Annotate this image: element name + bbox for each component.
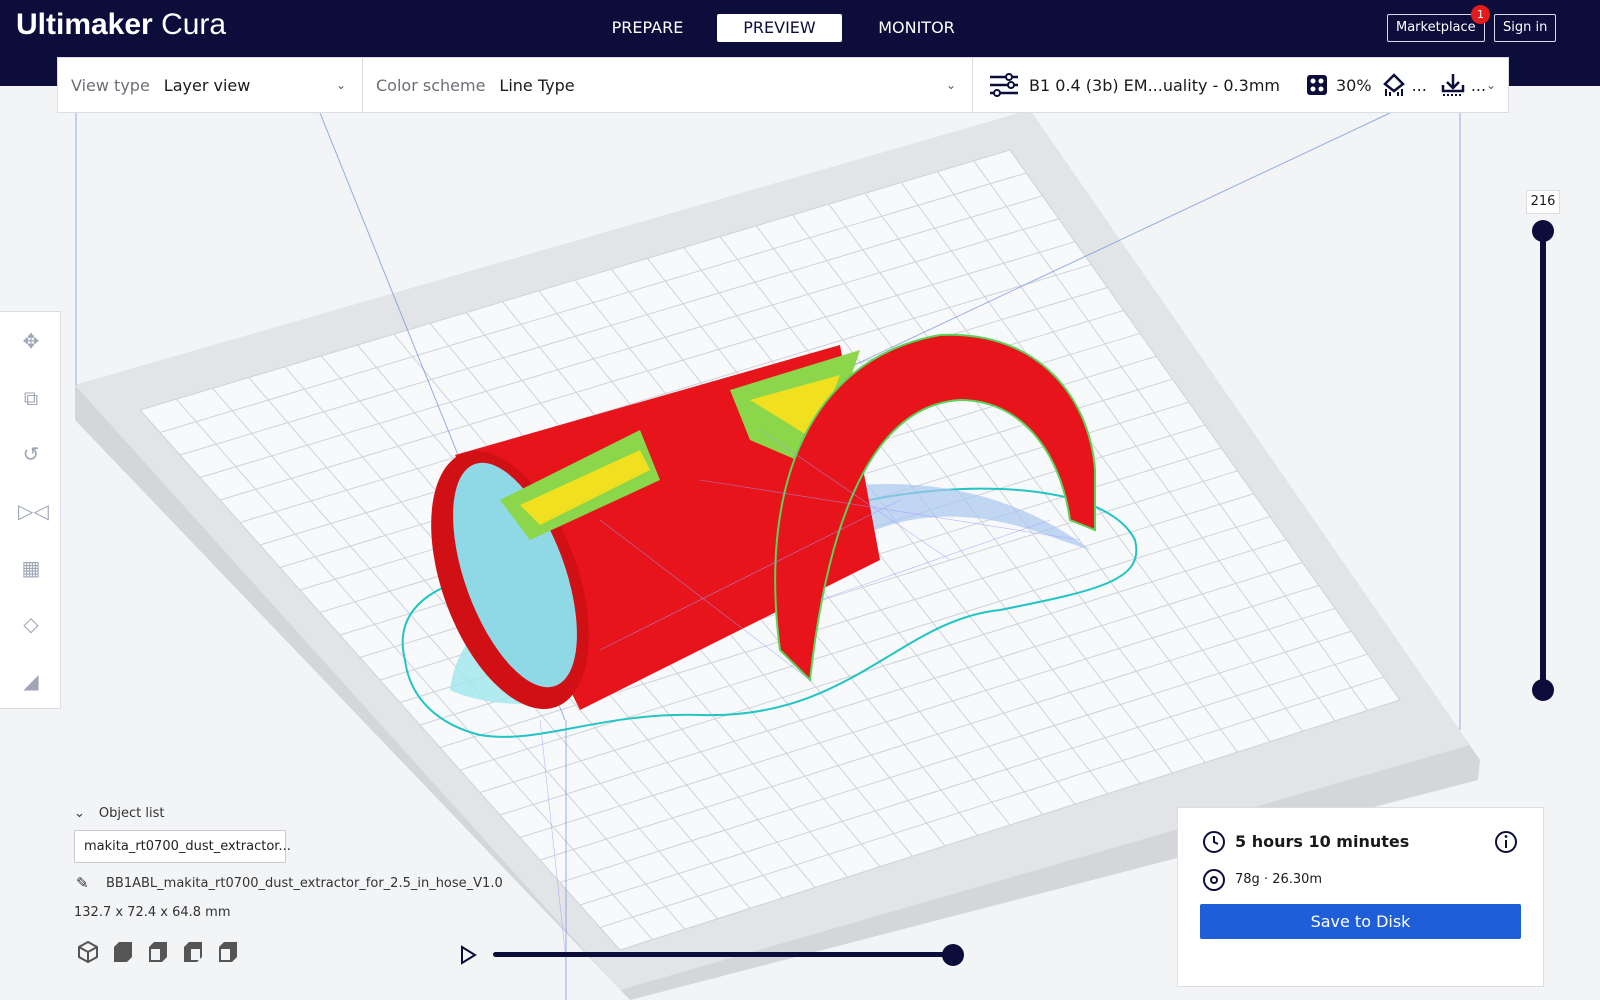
view-front-icon[interactable] [111, 940, 135, 964]
support-value: ... [1411, 75, 1427, 95]
support-blocker-icon[interactable]: ◇ [18, 611, 44, 637]
color-scheme-value: Line Type [499, 75, 575, 95]
view-left-icon[interactable] [181, 940, 205, 964]
sign-in-button[interactable]: Sign in [1494, 14, 1557, 42]
print-settings-button[interactable]: B1 0.4 (3b) EM...uality - 0.3mm 30% ... … [973, 58, 1508, 112]
view-right-icon[interactable] [216, 940, 240, 964]
clock-icon [1203, 831, 1225, 853]
object-dimensions: 132.7 x 72.4 x 64.8 mm [74, 905, 231, 920]
marketplace-button[interactable]: Marketplace [1387, 14, 1485, 42]
view-type-select[interactable]: View type Layer view ⌄ [58, 58, 363, 112]
save-to-disk-button[interactable]: Save to Disk [1200, 904, 1521, 939]
path-slider-handle[interactable] [942, 944, 964, 966]
chevron-down-icon: ⌄ [336, 78, 347, 92]
chevron-down-icon: ⌄ [946, 78, 957, 92]
settings-sliders-icon [990, 73, 1018, 97]
pencil-icon[interactable]: ✎ [76, 874, 89, 892]
color-scheme-label: Color scheme [376, 75, 486, 95]
scale-icon[interactable]: ⧉ [18, 385, 44, 411]
preview-toolbar: View type Layer view ⌄ Color scheme Line… [57, 57, 1509, 113]
tool-panel: ✥ ⧉ ↺ ▷◁ ▦ ◇ ◢ [0, 311, 61, 709]
marketplace-badge: 1 [1471, 5, 1490, 24]
adhesion-icon [1441, 74, 1465, 96]
color-scheme-select[interactable]: Color scheme Line Type ⌄ [363, 58, 973, 112]
tab-preview[interactable]: PREVIEW [717, 14, 842, 42]
object-list-item[interactable]: makita_rt0700_dust_extractor... [74, 830, 291, 863]
support-icon [1382, 73, 1405, 96]
view-type-label: View type [71, 75, 150, 95]
object-name: BB1ABL_makita_rt0700_dust_extractor_for_… [106, 876, 503, 891]
infill-value: 30% [1336, 75, 1372, 95]
object-list-label: Object list [98, 806, 165, 821]
view-top-icon[interactable] [146, 940, 170, 964]
move-icon[interactable]: ✥ [18, 328, 44, 354]
rotate-icon[interactable]: ↺ [18, 441, 44, 467]
info-icon[interactable] [1494, 830, 1518, 854]
profile-name: B1 0.4 (3b) EM...uality - 0.3mm [1029, 75, 1280, 95]
material-usage: 78g · 26.30m [1235, 872, 1323, 887]
layer-slider-lower-handle[interactable] [1532, 679, 1554, 701]
layer-slider[interactable] [1540, 230, 1546, 690]
view-type-value: Layer view [163, 75, 251, 95]
app-logo: Ultimaker Cura [16, 8, 227, 41]
print-time: 5 hours 10 minutes [1235, 832, 1410, 851]
view-3d-icon[interactable] [76, 940, 100, 964]
play-icon[interactable] [458, 944, 478, 966]
object-list-toggle[interactable]: ⌄ Object list [74, 806, 164, 821]
adhesion-value: ... [1470, 75, 1487, 95]
print-info-panel: 5 hours 10 minutes 78g · 26.30m Save to … [1177, 807, 1544, 987]
infill-icon [1307, 75, 1327, 95]
lay-flat-icon[interactable]: ◢ [18, 668, 44, 694]
mirror-icon[interactable]: ▷◁ [18, 498, 49, 524]
layer-slider-upper-handle[interactable] [1532, 220, 1554, 242]
tab-monitor[interactable]: MONITOR [854, 14, 979, 42]
path-slider[interactable] [493, 952, 953, 957]
spool-icon [1203, 869, 1225, 891]
chevron-down-icon: ⌄ [74, 806, 85, 821]
per-model-settings-icon[interactable]: ▦ [18, 555, 44, 581]
tab-prepare[interactable]: PREPARE [585, 14, 710, 42]
chevron-down-icon: ⌄ [1485, 78, 1496, 92]
layer-number[interactable]: 216 [1526, 190, 1560, 214]
